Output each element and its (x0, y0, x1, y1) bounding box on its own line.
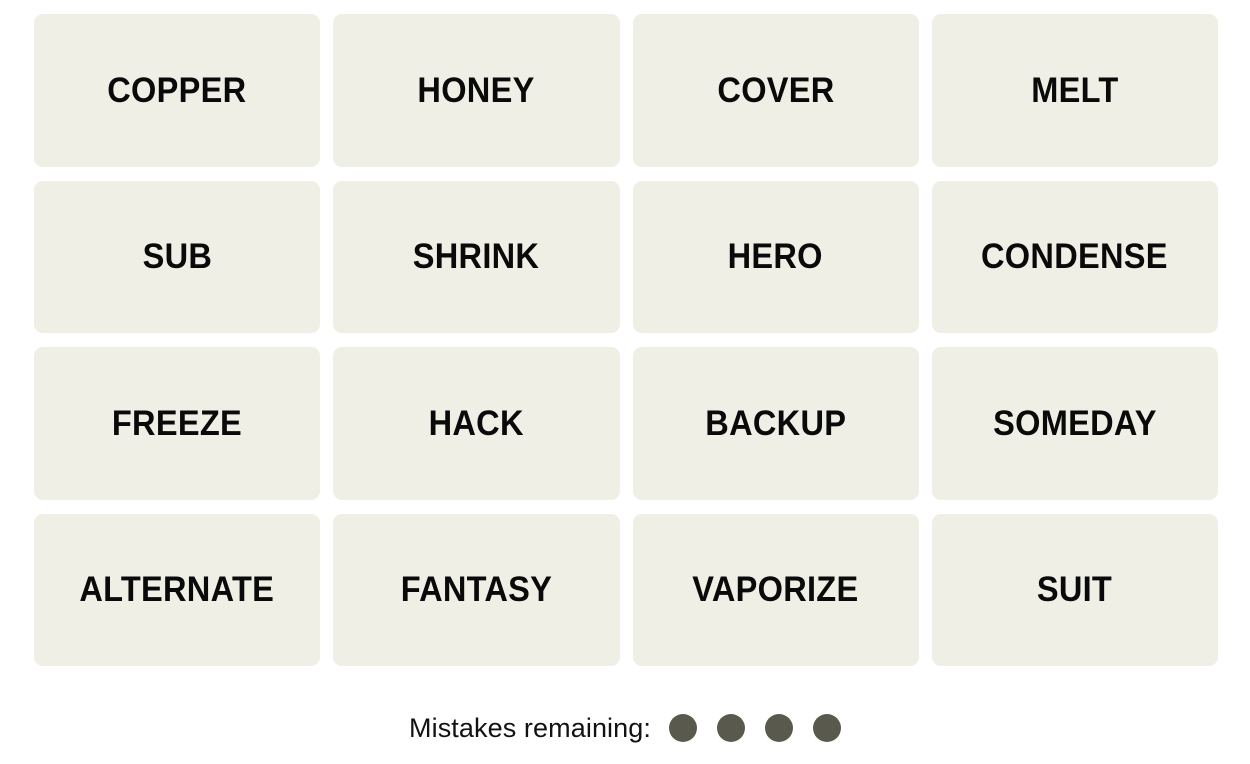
word-tile-melt[interactable]: MELT (931, 14, 1218, 167)
word-tile-sub[interactable]: SUB (34, 180, 321, 333)
word-tile-someday[interactable]: SOMEDAY (931, 347, 1218, 500)
mistake-dot-4 (813, 714, 841, 742)
word-tile-label: BACKUP (705, 403, 847, 443)
word-tile-hack[interactable]: HACK (333, 347, 620, 500)
word-tile-freeze[interactable]: FREEZE (34, 347, 321, 500)
word-tile-backup[interactable]: BACKUP (632, 347, 919, 500)
word-tile-label: VAPORIZE (692, 570, 859, 610)
word-tile-label: HERO (728, 237, 824, 277)
word-tile-label: SOMEDAY (993, 403, 1157, 443)
mistake-dot-3 (765, 714, 793, 742)
mistake-dots-group (669, 714, 841, 742)
word-tile-label: MELT (1031, 70, 1119, 110)
connections-game-board: COPPER HONEY COVER MELT SUB SHRINK HERO … (0, 0, 1250, 764)
word-tile-label: FREEZE (112, 403, 243, 443)
mistake-dot-2 (717, 714, 745, 742)
mistakes-remaining-row: Mistakes remaining: (0, 700, 1250, 756)
word-tile-label: HACK (428, 403, 524, 443)
word-tile-label: SUIT (1037, 570, 1113, 610)
word-tile-hero[interactable]: HERO (632, 180, 919, 333)
word-tile-copper[interactable]: COPPER (34, 14, 321, 167)
word-tile-grid: COPPER HONEY COVER MELT SUB SHRINK HERO … (34, 14, 1218, 666)
word-tile-shrink[interactable]: SHRINK (333, 180, 620, 333)
word-tile-label: SUB (142, 237, 212, 277)
word-tile-label: COVER (717, 70, 835, 110)
word-tile-cover[interactable]: COVER (632, 14, 919, 167)
word-tile-condense[interactable]: CONDENSE (931, 180, 1218, 333)
word-tile-suit[interactable]: SUIT (931, 513, 1218, 666)
mistake-dot-1 (669, 714, 697, 742)
word-tile-label: SHRINK (413, 237, 540, 277)
word-tile-honey[interactable]: HONEY (333, 14, 620, 167)
mistakes-remaining-label: Mistakes remaining: (409, 712, 651, 743)
word-tile-alternate[interactable]: ALTERNATE (34, 513, 321, 666)
word-tile-vaporize[interactable]: VAPORIZE (632, 513, 919, 666)
word-tile-label: ALTERNATE (79, 570, 275, 610)
word-tile-label: HONEY (417, 70, 535, 110)
word-tile-label: CONDENSE (981, 237, 1169, 277)
word-tile-label: FANTASY (400, 570, 553, 610)
word-tile-label: COPPER (107, 70, 247, 110)
word-tile-fantasy[interactable]: FANTASY (333, 513, 620, 666)
